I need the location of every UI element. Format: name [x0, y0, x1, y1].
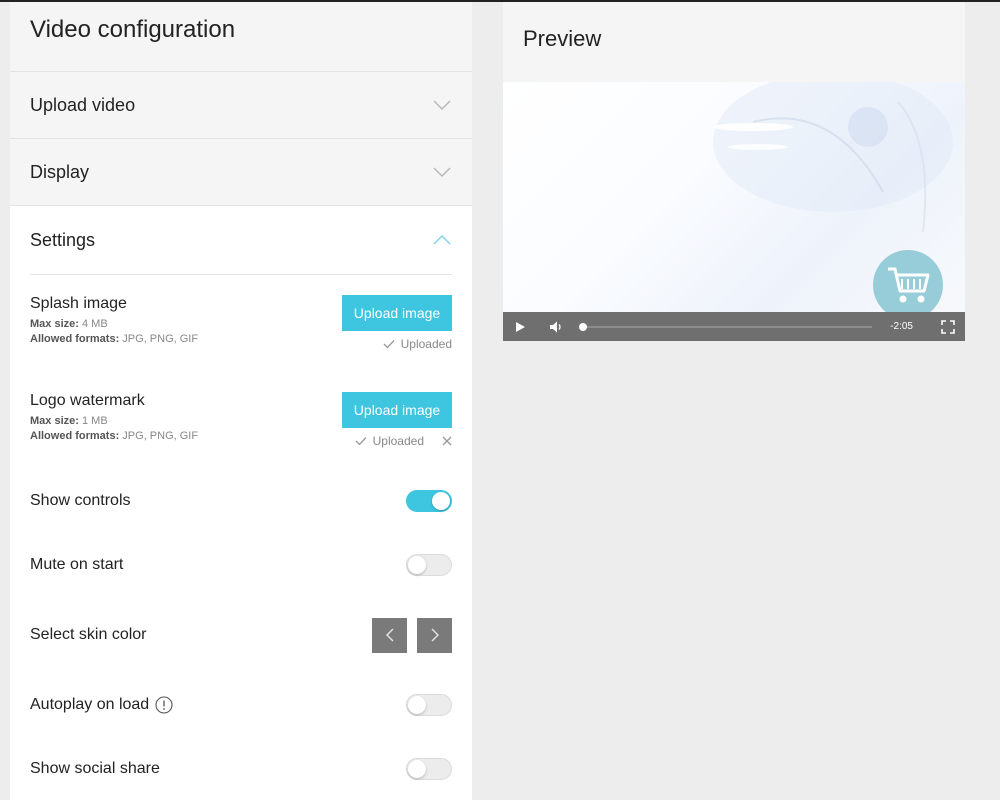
upload-logo-button[interactable]: Upload image [342, 392, 452, 428]
progress-handle[interactable] [579, 322, 587, 331]
upload-status: Uploaded [355, 434, 452, 448]
panel-header: Video configuration [10, 2, 472, 72]
panel-title: Video configuration [30, 16, 236, 43]
preview-title: Preview [523, 26, 602, 51]
setting-label: Show social share [30, 760, 160, 777]
max-size-label: Max size: [30, 415, 79, 427]
setting-social-share: Show social share [10, 737, 472, 800]
play-icon[interactable] [513, 320, 527, 334]
video-configuration-panel: Video configuration Upload video Display… [10, 2, 472, 800]
formats-value: JPG, PNG, GIF [122, 333, 199, 345]
autoplay-toggle[interactable] [406, 694, 452, 716]
chevron-right-icon [431, 628, 439, 642]
skin-prev-button[interactable] [372, 617, 407, 653]
check-icon [355, 437, 367, 446]
upload-status-text: Uploaded [372, 434, 424, 448]
setting-label-wrap: Autoplay on load [30, 696, 173, 714]
show-controls-toggle[interactable] [406, 490, 452, 512]
check-icon [383, 340, 395, 349]
volume-icon[interactable] [549, 320, 563, 334]
accordion-label: Upload video [30, 94, 136, 115]
mute-on-start-toggle[interactable] [406, 554, 452, 576]
cart-icon [888, 267, 930, 303]
info-icon[interactable] [155, 696, 173, 714]
upload-status: Uploaded [383, 337, 452, 351]
chevron-down-icon [433, 100, 451, 110]
accordion-label: Settings [30, 229, 96, 250]
formats-label: Allowed formats: [30, 333, 120, 345]
toggle-knob [408, 760, 426, 778]
preview-panel: Preview -2:05 [503, 2, 965, 341]
max-size-value: 1 MB [81, 415, 108, 427]
toggle-knob [432, 492, 450, 510]
chevron-up-icon [433, 235, 451, 245]
max-size-value: 4 MB [81, 318, 108, 330]
social-share-toggle[interactable] [406, 758, 452, 780]
setting-skin-color: Select skin color [10, 597, 472, 673]
close-icon[interactable] [442, 436, 452, 446]
preview-header: Preview [503, 2, 965, 82]
cart-button[interactable] [873, 250, 943, 312]
formats-value: JPG, PNG, GIF [122, 430, 199, 442]
setting-show-controls: Show controls [10, 469, 472, 533]
accordion-upload-video[interactable]: Upload video [10, 72, 472, 139]
toggle-knob [408, 556, 426, 574]
setting-label: Mute on start [30, 556, 124, 573]
upload-status-text: Uploaded [400, 337, 452, 351]
toggle-knob [408, 696, 426, 714]
fullscreen-icon[interactable] [941, 319, 955, 334]
setting-label: Select skin color [30, 626, 147, 643]
setting-label: Autoplay on load [30, 696, 150, 713]
setting-label: Show controls [30, 492, 131, 509]
skin-next-button[interactable] [417, 617, 452, 653]
setting-autoplay: Autoplay on load [10, 673, 472, 737]
formats-label: Allowed formats: [30, 430, 120, 442]
accordion-settings[interactable]: Settings [10, 206, 472, 274]
setting-splash-image: Splash image Max size: 4 MB Allowed form… [10, 275, 472, 372]
video-player[interactable] [503, 82, 965, 312]
setting-mute-on-start: Mute on start [10, 533, 472, 597]
chevron-left-icon [385, 628, 393, 642]
setting-logo-watermark: Logo watermark Max size: 1 MB Allowed fo… [10, 372, 472, 469]
accordion-label: Display [30, 161, 90, 182]
chevron-down-icon [433, 167, 451, 177]
accordion-display[interactable]: Display [10, 139, 472, 206]
video-control-bar: -2:05 [503, 312, 965, 341]
time-remaining: -2:05 [890, 321, 913, 332]
progress-track[interactable] [579, 322, 873, 331]
max-size-label: Max size: [30, 318, 79, 330]
upload-splash-button[interactable]: Upload image [342, 295, 452, 331]
skin-color-buttons [372, 617, 452, 653]
